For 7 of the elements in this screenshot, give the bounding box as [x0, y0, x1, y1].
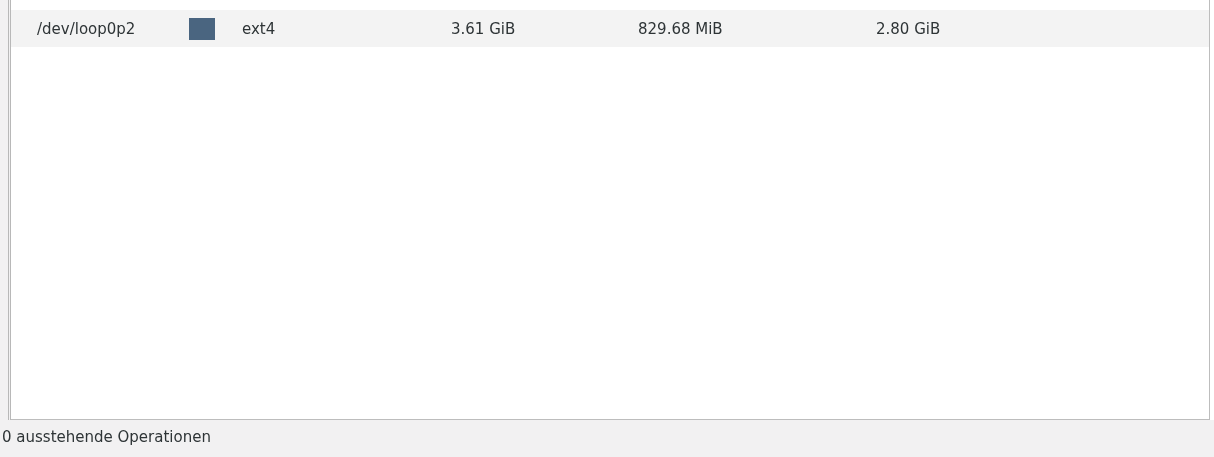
table-cell-text: /dev/loop0p2 [37, 19, 137, 38]
table-cell-text: ext4 [242, 19, 277, 38]
partition-row[interactable]: /dev/loop0p2 ext4 3.61 GiB 829.68 MiB 2.80 GiB [11, 10, 1209, 47]
table-cell-text: 3.61 GiB [451, 19, 517, 38]
status-text: 0 ausstehende Operationen [2, 428, 211, 446]
table-cell-text: 829.68 MiB [638, 19, 724, 38]
table-cell: 2.80 GiB [876, 19, 941, 38]
